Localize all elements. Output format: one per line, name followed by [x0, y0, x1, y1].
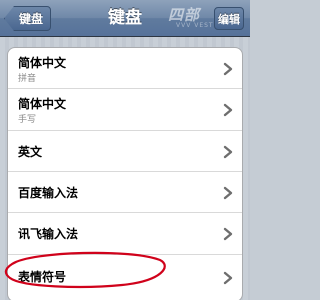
keyboard-item-title: 英文	[18, 145, 43, 159]
keyboard-list: 简体中文 拼音 简体中文 手写 英文 百度输入法 讯飞输入法 表情符号	[7, 47, 243, 300]
keyboard-item-title: 讯飞输入法	[18, 227, 79, 241]
chevron-right-icon	[223, 186, 233, 200]
keyboard-item-title: 百度输入法	[18, 186, 79, 200]
keyboard-item-iflytek[interactable]: 讯飞输入法	[8, 213, 242, 255]
keyboard-item-subtitle: 手写	[18, 115, 37, 125]
keyboard-item-baidu[interactable]: 百度输入法	[8, 172, 242, 213]
chevron-right-icon	[223, 103, 233, 117]
keyboard-item-title: 简体中文	[18, 56, 67, 70]
chevron-right-icon	[223, 145, 233, 159]
chevron-right-icon	[223, 62, 233, 76]
keyboard-item-english[interactable]: 英文	[8, 131, 242, 172]
keyboard-item-subtitle: 拼音	[18, 74, 37, 84]
edit-button[interactable]: 编辑	[214, 7, 244, 30]
page-title: 键盘	[108, 8, 142, 28]
screen: 键盘 键盘 四部 VVV VEST 编辑 简体中文 拼音 简体中文 手写 英文	[0, 0, 250, 300]
keyboard-item-title: 简体中文	[18, 97, 67, 111]
navigation-bar: 键盘 键盘 四部 VVV VEST 编辑	[0, 0, 250, 37]
keyboard-item-simplified-chinese-handwriting[interactable]: 简体中文 手写	[8, 89, 242, 131]
chevron-right-icon	[223, 271, 233, 285]
keyboard-item-title: 表情符号	[18, 270, 67, 284]
chevron-right-icon	[223, 227, 233, 241]
edit-button-label: 编辑	[218, 12, 240, 26]
keyboard-item-emoji[interactable]: 表情符号	[8, 255, 242, 300]
watermark-subtext: VVV VEST	[176, 22, 214, 29]
keyboard-item-simplified-chinese-pinyin[interactable]: 简体中文 拼音	[8, 48, 242, 89]
